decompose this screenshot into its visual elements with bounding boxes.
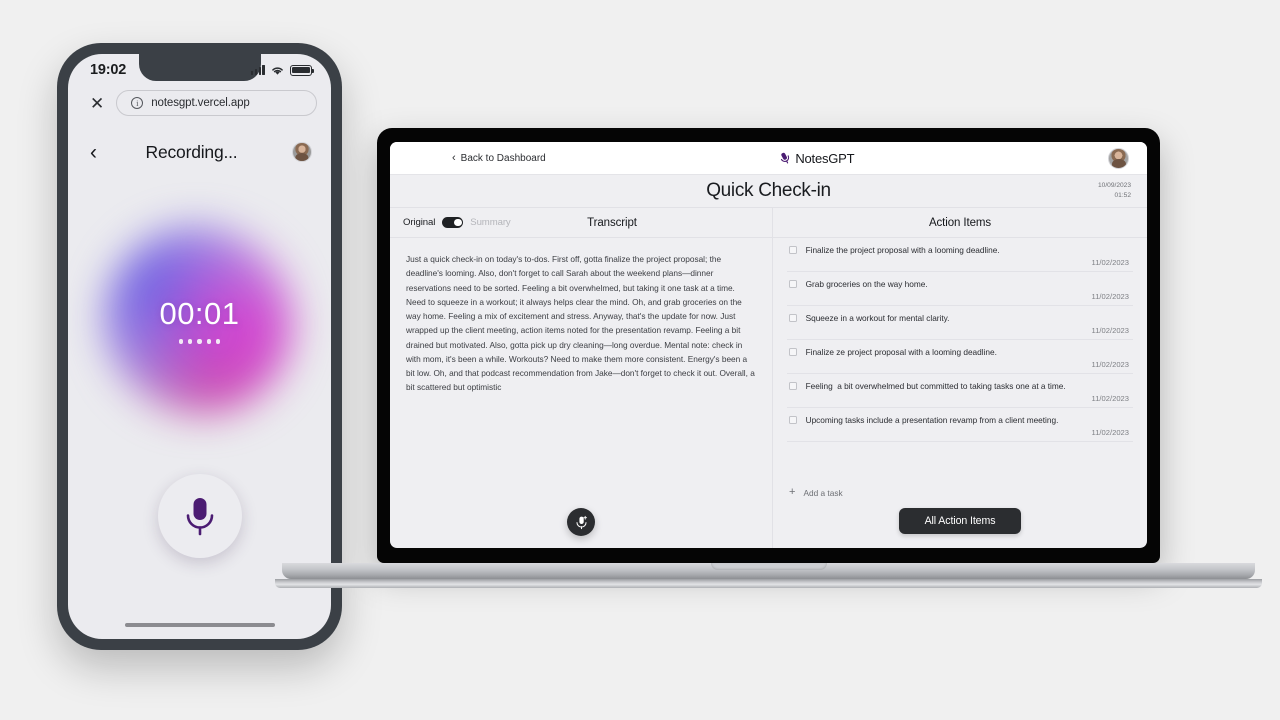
- action-item-row: Grab groceries on the way home. 11/02/202…: [787, 272, 1133, 306]
- close-icon[interactable]: ✕: [90, 95, 104, 112]
- recording-visualizer: 00:01: [68, 170, 331, 470]
- all-action-items-button[interactable]: All Action Items: [898, 508, 1022, 534]
- phone-app-nav: ‹ Recording...: [68, 126, 331, 170]
- action-item-row: Finalize ze project proposal with a loom…: [787, 340, 1133, 374]
- action-item-text: Finalize ze project proposal with a loom…: [805, 347, 997, 357]
- action-item-checkbox[interactable]: [789, 348, 797, 356]
- laptop-base: [282, 563, 1255, 579]
- laptop-device: ‹ Back to Dashboard NotesGPT Quick Check…: [275, 128, 1262, 588]
- transcript-panel-header: Original Summary Transcript: [390, 208, 772, 238]
- chevron-left-icon: ‹: [452, 151, 456, 164]
- action-item-date: 11/02/2023: [1091, 360, 1129, 369]
- phone-screen: 19:02 ✕ i notesgpt.vercel.app ‹ Recordin…: [68, 54, 331, 639]
- microphone-icon: [781, 152, 790, 164]
- add-task-button[interactable]: + Add a task: [773, 480, 1147, 498]
- url-text: notesgpt.vercel.app: [151, 97, 250, 109]
- laptop-base-foot: [275, 579, 1262, 588]
- action-item-checkbox[interactable]: [789, 314, 797, 322]
- transcript-text: Just a quick check-in on today's to-dos.…: [406, 254, 755, 393]
- signal-bars-icon: [250, 65, 265, 75]
- transcript-panel: Original Summary Transcript Just a quick…: [390, 208, 773, 548]
- battery-icon: [290, 64, 315, 76]
- action-item-date: 11/02/2023: [1091, 292, 1129, 301]
- new-recording-button[interactable]: [567, 508, 595, 536]
- record-mic-button[interactable]: [157, 474, 242, 558]
- action-items-header-label: Action Items: [928, 216, 992, 229]
- status-time: 19:02: [90, 62, 127, 78]
- phone-status-bar: 19:02: [68, 54, 331, 84]
- waveform-dots: [159, 339, 239, 344]
- user-avatar[interactable]: [1108, 147, 1129, 169]
- brand-name: NotesGPT: [795, 150, 855, 166]
- action-item-date: 11/02/2023: [1091, 394, 1129, 403]
- action-item-date: 11/02/2023: [1091, 258, 1129, 267]
- toggle-label-summary[interactable]: Summary: [470, 217, 510, 228]
- action-item-top: Finalize the project proposal with a loo…: [789, 245, 1131, 255]
- action-item-checkbox[interactable]: [789, 416, 797, 424]
- action-items-panel: Action Items Finalize the project propos…: [773, 208, 1147, 548]
- action-item-top: Grab groceries on the way home.: [789, 279, 1131, 289]
- plus-icon: +: [789, 486, 796, 498]
- timer-stack: 00:01: [159, 296, 240, 344]
- action-items-panel-header: Action Items: [773, 208, 1147, 238]
- phone-device: 19:02 ✕ i notesgpt.vercel.app ‹ Recordin…: [57, 43, 342, 650]
- action-item-checkbox[interactable]: [789, 382, 797, 390]
- microphone-icon: [186, 498, 213, 536]
- action-item-checkbox[interactable]: [789, 280, 797, 288]
- note-time: 01:52: [1114, 192, 1131, 199]
- record-button-wrap: [68, 474, 331, 558]
- note-date: 10/09/2023: [1097, 181, 1131, 189]
- phone-browser-bar: ✕ i notesgpt.vercel.app: [68, 84, 331, 126]
- home-indicator: [124, 622, 275, 627]
- laptop-lid: ‹ Back to Dashboard NotesGPT Quick Check…: [377, 128, 1160, 563]
- brand-logo: NotesGPT: [526, 151, 1108, 166]
- recording-timer: 00:01: [159, 296, 240, 332]
- app-top-bar: ‹ Back to Dashboard NotesGPT: [390, 142, 1147, 175]
- action-item-row: Upcoming tasks include a presentation re…: [787, 408, 1133, 442]
- all-action-items-wrap: All Action Items: [773, 498, 1147, 548]
- action-item-text: Upcoming tasks include a presentation re…: [805, 415, 1059, 425]
- action-item-row: Squeeze in a workout for mental clarity.…: [787, 306, 1133, 340]
- info-circle-icon[interactable]: i: [131, 97, 144, 109]
- action-item-text: Finalize the project proposal with a loo…: [805, 245, 1000, 255]
- original-summary-toggle: Original Summary: [403, 217, 511, 228]
- action-item-top: Squeeze in a workout for mental clarity.: [789, 313, 1131, 323]
- action-item-date: 11/02/2023: [1091, 428, 1129, 437]
- note-title-row: Quick Check-in 10/09/2023 01:52: [390, 175, 1147, 208]
- content-columns: Original Summary Transcript Just a quick…: [390, 208, 1147, 548]
- toggle-label-original[interactable]: Original: [403, 217, 435, 228]
- action-item-checkbox[interactable]: [789, 246, 797, 254]
- action-item-text: Grab groceries on the way home.: [805, 279, 928, 289]
- recording-title: Recording...: [145, 141, 238, 162]
- view-mode-switch[interactable]: [442, 217, 464, 228]
- page-title: Quick Check-in: [706, 180, 831, 201]
- user-avatar[interactable]: [292, 142, 312, 162]
- action-item-top: Upcoming tasks include a presentation re…: [789, 415, 1131, 425]
- action-items-list: Finalize the project proposal with a loo…: [773, 238, 1147, 480]
- action-item-row: Finalize the project proposal with a loo…: [787, 238, 1133, 272]
- action-item-top: Feeling a bit overwhelmed but committed …: [789, 381, 1131, 391]
- action-item-row: Feeling a bit overwhelmed but committed …: [787, 374, 1133, 408]
- action-item-text: Squeeze in a workout for mental clarity.: [805, 313, 950, 323]
- add-task-label: Add a task: [803, 487, 843, 498]
- wifi-icon: [272, 66, 283, 75]
- microphone-add-icon: [575, 515, 587, 529]
- note-timestamp: 10/09/2023 01:52: [1098, 181, 1131, 201]
- url-bar[interactable]: i notesgpt.vercel.app: [116, 90, 317, 116]
- laptop-screen: ‹ Back to Dashboard NotesGPT Quick Check…: [390, 142, 1147, 548]
- action-item-top: Finalize ze project proposal with a loom…: [789, 347, 1131, 357]
- status-icons: [250, 64, 315, 76]
- action-item-date: 11/02/2023: [1091, 326, 1129, 335]
- action-item-text: Feeling a bit overwhelmed but committed …: [805, 381, 1066, 391]
